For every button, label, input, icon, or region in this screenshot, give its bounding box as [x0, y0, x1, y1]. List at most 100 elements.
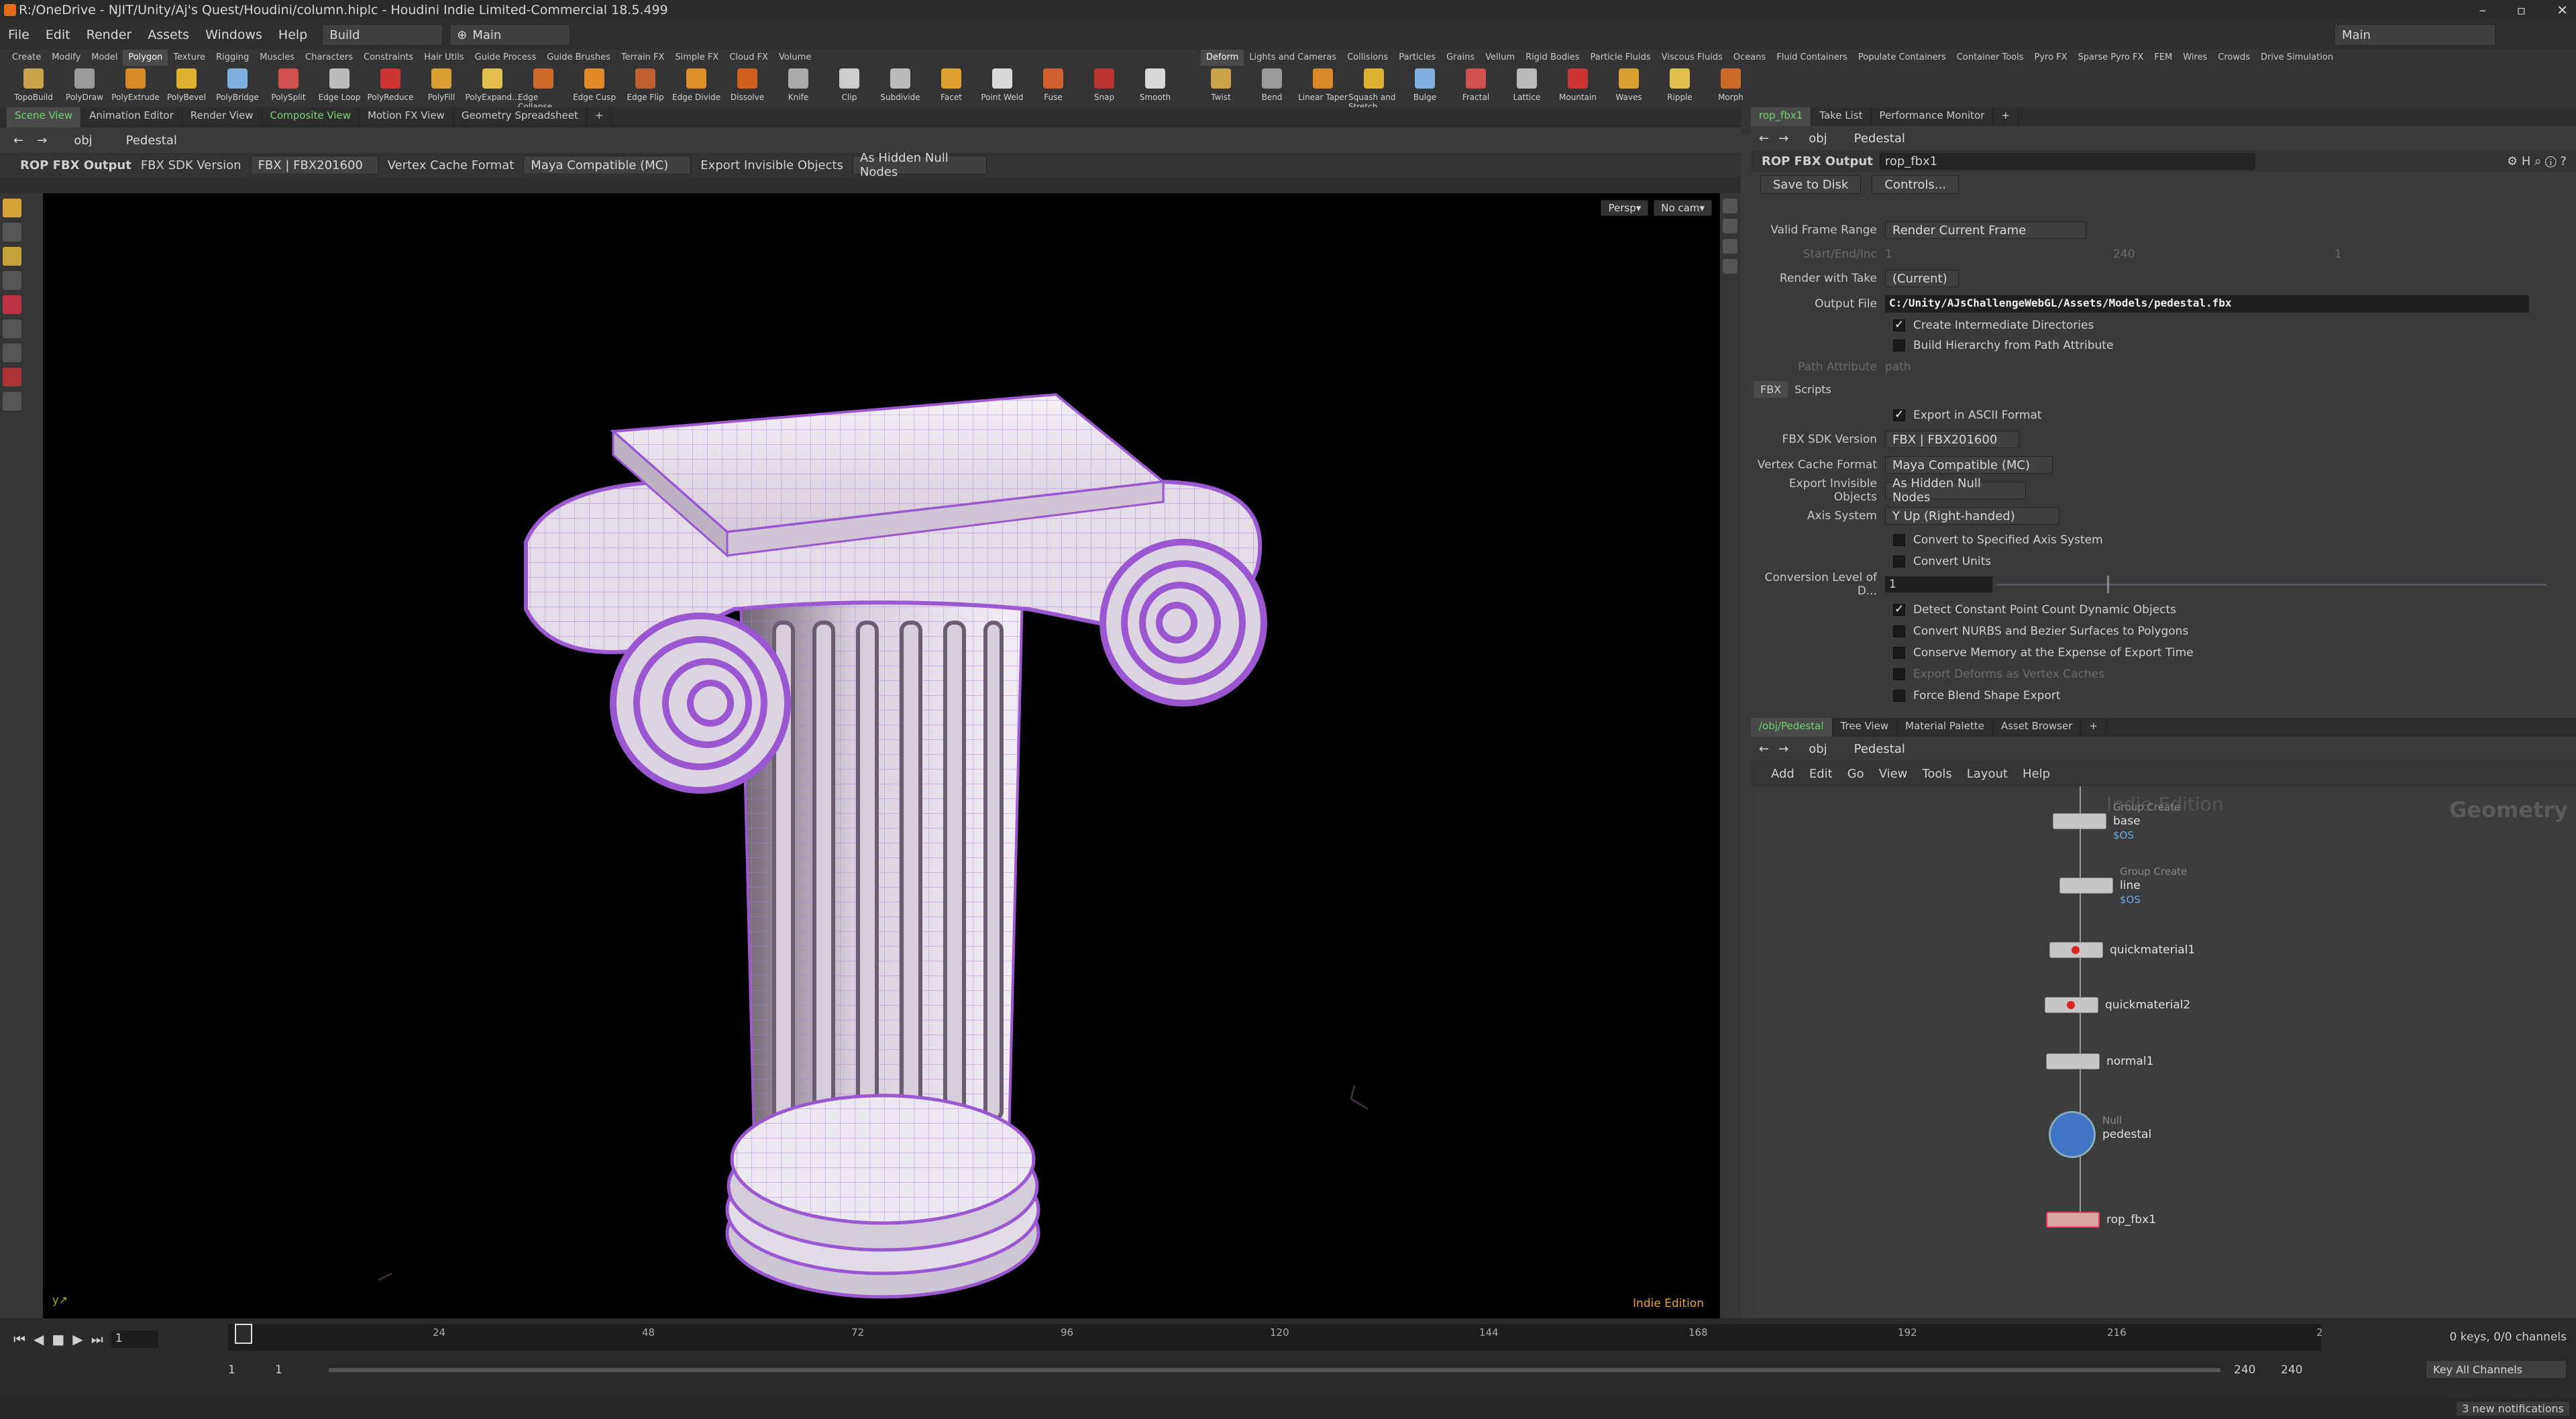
tool-edge-cusp[interactable]: Edge Cusp	[569, 68, 620, 111]
network-menu-tools[interactable]: Tools	[1922, 767, 1951, 781]
nurbs-checkbox[interactable]	[1893, 625, 1905, 637]
inc-value[interactable]: 1	[2334, 248, 2342, 261]
null-node-icon[interactable]	[2049, 1111, 2096, 1158]
back-arrow-icon[interactable]: ←	[1759, 742, 1769, 756]
path-pedestal[interactable]: Pedestal	[1854, 742, 1905, 756]
shelf-tab-drive-simulation[interactable]: Drive Simulation	[2255, 50, 2339, 66]
tool-twist[interactable]: Twist	[1195, 68, 1246, 111]
tab-performance-monitor[interactable]: Performance Monitor	[1872, 107, 1994, 126]
shelf-tab-muscles[interactable]: Muscles	[254, 50, 300, 66]
translate-icon[interactable]	[3, 295, 21, 314]
shelf-tab-characters[interactable]: Characters	[300, 50, 358, 66]
tab-asset-browser[interactable]: Asset Browser	[1993, 718, 2082, 737]
tool-bulge[interactable]: Bulge	[1399, 68, 1450, 111]
gear-icon[interactable]: ⚙ H ⌕ ⓘ ?	[2507, 154, 2567, 168]
shelf-tab-rigging[interactable]: Rigging	[211, 50, 254, 66]
menu-render[interactable]: Render	[78, 28, 140, 42]
tab-composite-view[interactable]: Composite View	[262, 107, 360, 127]
tool-subdivide[interactable]: Subdivide	[875, 68, 926, 111]
path-attr-value[interactable]: path	[1885, 360, 1911, 374]
node-line[interactable]: Group Create line $OS	[2059, 865, 2187, 906]
convert-axis-checkbox[interactable]	[1893, 534, 1905, 546]
tool-squash-and-stretch[interactable]: Squash and Stretch	[1348, 68, 1399, 111]
context-select[interactable]: ⊕ Main	[449, 24, 571, 46]
axis-select[interactable]: Y Up (Right-handed)	[1885, 507, 2059, 525]
playhead[interactable]	[235, 1324, 252, 1344]
shelf-tab-sparse-pyro-fx[interactable]: Sparse Pyro FX	[2073, 50, 2149, 66]
vertex-cache-select[interactable]: Maya Compatible (MC)	[523, 156, 692, 174]
tool-edge-flip[interactable]: Edge Flip	[620, 68, 671, 111]
add-tab-button[interactable]: +	[587, 107, 612, 127]
forward-arrow-icon[interactable]: →	[37, 134, 47, 148]
close-button[interactable]: ✕	[2557, 2, 2568, 18]
path-obj[interactable]: obj	[1809, 742, 1827, 756]
render-take-select[interactable]: (Current)	[1885, 270, 1959, 287]
shelf-tab-pyro-fx[interactable]: Pyro FX	[2029, 50, 2072, 66]
end-value[interactable]: 240	[2113, 248, 2334, 261]
maximize-button[interactable]: ▫	[2517, 2, 2526, 18]
tool-polybevel[interactable]: PolyBevel	[161, 68, 212, 111]
current-frame-field[interactable]: 1	[111, 1330, 158, 1348]
step-back-button[interactable]: ◀	[34, 1331, 44, 1347]
shelf-tab-cloud-fx[interactable]: Cloud FX	[724, 50, 773, 66]
network-menu-add[interactable]: Add	[1771, 767, 1794, 781]
shelf-tab-terrain-fx[interactable]: Terrain FX	[616, 50, 670, 66]
select-tool-icon[interactable]	[3, 199, 21, 217]
deforms-checkbox[interactable]	[1893, 668, 1905, 680]
tool-polybridge[interactable]: PolyBridge	[212, 68, 263, 111]
menu-file[interactable]: File	[0, 28, 38, 42]
3d-viewport[interactable]: Persp ▾ No cam ▾ Indie Edition y↗	[43, 193, 1720, 1318]
tab-fbx[interactable]: FBX	[1754, 381, 1788, 398]
tool-lattice[interactable]: Lattice	[1501, 68, 1552, 111]
rotate-icon[interactable]	[3, 319, 21, 338]
network-menu-edit[interactable]: Edit	[1809, 767, 1833, 781]
tool-polydraw[interactable]: PolyDraw	[59, 68, 110, 111]
shelf-tab-guide-process[interactable]: Guide Process	[470, 50, 542, 66]
shelf-tab-texture[interactable]: Texture	[168, 50, 211, 66]
tab-material-palette[interactable]: Material Palette	[1897, 718, 1993, 737]
shelf-tab-fem[interactable]: FEM	[2149, 50, 2178, 66]
tool-smooth[interactable]: Smooth	[1130, 68, 1181, 111]
play-button[interactable]: ▶	[72, 1331, 83, 1347]
camera-menu[interactable]: No cam ▾	[1654, 200, 1712, 216]
valid-frame-range-select[interactable]: Render Current Frame	[1885, 221, 2086, 239]
shelf-tab-guide-brushes[interactable]: Guide Brushes	[541, 50, 616, 66]
tool-point-weld[interactable]: Point Weld	[977, 68, 1028, 111]
shelf-tab-collisions[interactable]: Collisions	[1342, 50, 1393, 66]
shelf-tab-fluid-containers[interactable]: Fluid Containers	[1771, 50, 1853, 66]
node-quickmaterial2-box[interactable]	[2045, 997, 2098, 1013]
shelf-tab-polygon[interactable]: Polygon	[123, 50, 168, 66]
tool-topobuild[interactable]: TopoBuild	[8, 68, 59, 111]
lock-icon[interactable]	[1723, 219, 1737, 233]
shelf-tab-grains[interactable]: Grains	[1441, 50, 1480, 66]
shelf-tab-vellum[interactable]: Vellum	[1480, 50, 1520, 66]
tool-fuse[interactable]: Fuse	[1028, 68, 1079, 111]
tool-polyfill[interactable]: PolyFill	[416, 68, 467, 111]
shelf-tab-particle-fluids[interactable]: Particle Fluids	[1585, 50, 1656, 66]
tab-tree-view[interactable]: Tree View	[1833, 718, 1898, 737]
vcf-select[interactable]: Maya Compatible (MC)	[1885, 456, 2053, 474]
shelf-tab-model[interactable]: Model	[86, 50, 123, 66]
tool-bend[interactable]: Bend	[1246, 68, 1297, 111]
scale-icon[interactable]	[3, 344, 21, 362]
tool-polyreduce[interactable]: PolyReduce	[365, 68, 416, 111]
shelf-tab-wires[interactable]: Wires	[2178, 50, 2212, 66]
tool-linear-taper[interactable]: Linear Taper	[1297, 68, 1348, 111]
controls-button[interactable]: Controls...	[1872, 175, 1959, 194]
shelf-tab-particles[interactable]: Particles	[1393, 50, 1441, 66]
shelf-tab-crowds[interactable]: Crowds	[2212, 50, 2255, 66]
magnet-icon[interactable]	[3, 368, 21, 386]
jump-start-button[interactable]: ⏮	[13, 1331, 25, 1347]
save-to-disk-button[interactable]: Save to Disk	[1760, 175, 1862, 194]
tab-scripts[interactable]: Scripts	[1788, 381, 1838, 398]
range-end-2[interactable]: 240	[2281, 1363, 2321, 1377]
right-desktop-select[interactable]: Main	[2334, 24, 2496, 46]
move-tool-icon[interactable]	[3, 223, 21, 242]
eio-select[interactable]: As Hidden Null Nodes	[1885, 476, 2026, 505]
shelf-tab-create[interactable]: Create	[7, 50, 46, 66]
menu-edit[interactable]: Edit	[38, 28, 78, 42]
lod-slider[interactable]	[1996, 575, 2546, 593]
tab-motion-fx-view[interactable]: Motion FX View	[360, 107, 453, 127]
node-pedestal[interactable]: Null pedestal	[2049, 1111, 2151, 1158]
display-options-icon[interactable]	[1723, 199, 1737, 213]
